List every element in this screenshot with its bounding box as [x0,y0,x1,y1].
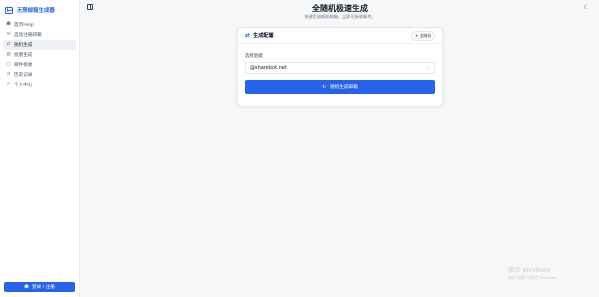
domain-field-label: 选择后缀 [245,54,263,59]
domain-select-value: @sharebot.net [250,65,287,71]
sidebar-item-auto-register[interactable]: ✉ 自动注册邮箱 [3,30,76,40]
user-icon: ☻ [24,284,29,290]
history-icon: ↺ [6,71,11,77]
sparkle-icon: ✦ [414,33,419,38]
refresh-icon: ↻ [322,84,327,90]
sidebar-item-history[interactable]: ↺ 历史记录 [3,70,76,80]
domain-select[interactable]: @sharebot.net ⌄ [245,62,435,74]
card-title-text: 生成配置 [253,33,274,39]
login-register-label: 登录 / 注册 [31,285,55,290]
mail-icon [5,6,13,14]
sidebar-item-profile[interactable]: ⚪ 个人中心 [3,80,76,90]
config-card: ⇄ 生成配置 ✦ 全随机 选择后缀 @sharebot.net ⌄ ↻ 随机生成… [237,27,443,107]
page-subtitle: 快速生成随机邮箱，立即可接收邮件。 [304,14,376,19]
mode-badge-label: 全随机 [419,32,431,38]
page-title: 全随机极速生成 [312,4,368,13]
card-title: ⇄ 生成配置 [245,32,274,39]
sidebar-item-label: 个人中心 [14,83,33,88]
sidebar-item-label: 自动注册邮箱 [14,33,42,38]
sidebar-item-home[interactable]: ☻ 首页Help [3,20,76,30]
brand-name: 无限邮箱生成器 [17,8,55,14]
person-icon: ☻ [6,21,11,27]
sidebar-item-mailbox[interactable]: ▢ 邮件接收 [3,60,76,70]
brand[interactable]: 无限邮箱生成器 [5,3,79,17]
chevron-down-icon: ⌄ [426,65,430,71]
sidebar-item-batch[interactable]: ▤ 批量生成 [3,50,76,60]
sidebar-item-label: 历史记录 [14,73,33,78]
user-icon: ⚪ [6,81,11,87]
sidebar-item-label: 邮件接收 [14,63,33,68]
sidebar-item-label: 批量生成 [14,53,33,58]
login-register-button[interactable]: ☻ 登录 / 注册 [4,282,75,292]
shuffle-icon: ⇄ [245,31,251,39]
sidebar-nav: ☻ 首页Help ✉ 自动注册邮箱 ⇄ 随机生成 ▤ 批量生成 ▢ 邮件接收 ↺… [0,20,79,90]
theme-toggle-icon[interactable]: ☾ [583,4,590,11]
mailbox-icon: ▢ [6,61,11,67]
card-header: ⇄ 生成配置 ✦ 全随机 [238,28,442,44]
sidebar-item-label: 首页Help [14,23,34,28]
shuffle-icon: ⇄ [6,41,11,47]
inbox-icon: ✉ [6,31,11,37]
watermark-title: 激活 Windows [508,267,550,274]
sidebar: 无限邮箱生成器 ☻ 首页Help ✉ 自动注册邮箱 ⇄ 随机生成 ▤ 批量生成 … [0,0,80,297]
sidebar-item-label: 随机生成 [14,43,33,48]
generate-button[interactable]: ↻ 随机生成邮箱 [245,80,435,94]
generate-button-label: 随机生成邮箱 [330,85,358,90]
layers-icon: ▤ [6,51,11,57]
windows-activation-watermark: 激活 Windows 转到"设置"以激活 Windows。 [508,265,560,281]
watermark-subtitle: 转到"设置"以激活 Windows。 [508,275,561,280]
sidebar-item-random[interactable]: ⇄ 随机生成 [3,40,76,50]
mode-badge: ✦ 全随机 [410,30,435,41]
sidebar-toggle-icon[interactable] [87,4,93,10]
